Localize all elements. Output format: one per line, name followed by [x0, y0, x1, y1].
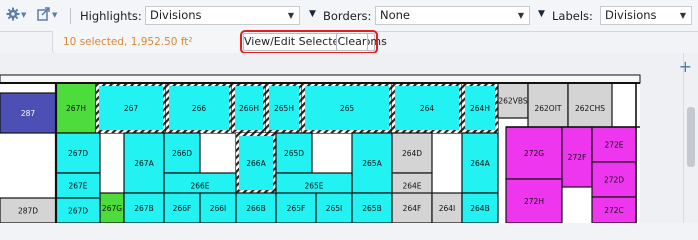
room-label: 266A [246, 159, 266, 168]
room-label: 266B [246, 204, 265, 213]
room-label: 272C [604, 206, 624, 215]
room-label: 272G [524, 149, 544, 158]
selection-bar: 10 selected, 1,952.50 ft² View/Edit Sele… [52, 30, 387, 54]
room-label: 265A [362, 159, 382, 168]
chevron-down-icon: ▼ [287, 11, 294, 20]
room-label: 265 [340, 104, 355, 113]
room-label: 266H [239, 104, 259, 113]
floor-plan-canvas[interactable]: 287 267H 267 266 266H 265H 265 264 264H 262VBS 262… [0, 53, 698, 223]
zoom-in-icon[interactable]: + [679, 57, 692, 76]
room-label: 267A [134, 159, 154, 168]
chevron-down-icon: ▼ [517, 11, 524, 20]
room-label: 266E [190, 182, 209, 191]
room-label: 267E [68, 182, 87, 191]
room-label: 265H [274, 104, 294, 113]
borders-select[interactable]: None ▼ [375, 6, 530, 25]
room-label: 267D [68, 207, 88, 216]
room-label: 266D [172, 149, 192, 158]
room-label: 266 [192, 104, 207, 113]
scrollbar-thumb[interactable] [687, 107, 695, 167]
room-label: 272E [604, 141, 623, 150]
room-label: 265E [304, 182, 323, 191]
chevron-down-icon: ▼ [679, 11, 686, 20]
settings-menu-button[interactable]: ▼ [6, 6, 26, 24]
export-menu-button[interactable]: ▼ [37, 6, 57, 24]
labels-select[interactable]: Divisions ▼ [600, 6, 692, 25]
toolbar: ▼ ▼ Highlights: Divisions ▼ ▼ Borders: N… [0, 0, 698, 32]
highlights-select[interactable]: Divisions ▼ [145, 6, 300, 25]
room-label: 265F [287, 204, 306, 213]
room-label: 272D [604, 176, 624, 185]
room-label: 267B [134, 204, 153, 213]
room-label: 272H [524, 197, 544, 206]
chevron-down-icon: ▼ [21, 11, 27, 19]
room-label: 264E [402, 182, 421, 191]
toolbar-separator [70, 8, 71, 24]
clear-selection-button[interactable]: Clear [336, 33, 368, 51]
room-label: 267H [66, 104, 86, 113]
borders-triangle-icon: ▼ [309, 9, 316, 19]
room-label: 287D [18, 207, 38, 216]
borders-value: None [380, 8, 411, 22]
room-label: 267D [68, 149, 88, 158]
room-label: 262OIT [534, 104, 561, 113]
room-label: 264D [402, 149, 422, 158]
highlights-label: Highlights: [80, 9, 142, 23]
room-label: 262VBS [498, 97, 527, 106]
labels-label: Labels: [552, 9, 593, 23]
highlights-value: Divisions [150, 8, 202, 22]
selection-count: 10 selected, 1,952.50 ft² [63, 36, 193, 48]
room-label: 266F [173, 204, 192, 213]
labels-triangle-icon: ▼ [538, 9, 545, 19]
room-label: 267 [124, 104, 139, 113]
gear-icon [6, 7, 20, 24]
labels-value: Divisions [605, 8, 657, 22]
vertical-scrollbar[interactable] [683, 53, 698, 223]
export-icon [37, 6, 51, 24]
room-label: 272F [568, 153, 587, 162]
room-label: 265I [326, 204, 343, 213]
room-label: 264F [403, 204, 422, 213]
corridor [0, 74, 641, 84]
room-label: 264 [420, 104, 435, 113]
room-label: 264A [470, 159, 490, 168]
room-label: 264H [470, 104, 490, 113]
room-label: 287 [21, 109, 36, 118]
room-label: 264B [470, 204, 489, 213]
room-label: 266I [210, 204, 227, 213]
room-label: 264I [439, 204, 456, 213]
chevron-down-icon: ▼ [52, 11, 58, 19]
room-label: 265B [362, 204, 381, 213]
borders-label: Borders: [323, 9, 372, 23]
room-label: 262CHS [575, 104, 605, 113]
room-label: 267G [102, 204, 122, 213]
room-label: 265D [284, 149, 304, 158]
floor-plan-map[interactable]: 287 267H 267 266 266H 265H 265 264 264H 262VBS 262… [0, 53, 698, 223]
